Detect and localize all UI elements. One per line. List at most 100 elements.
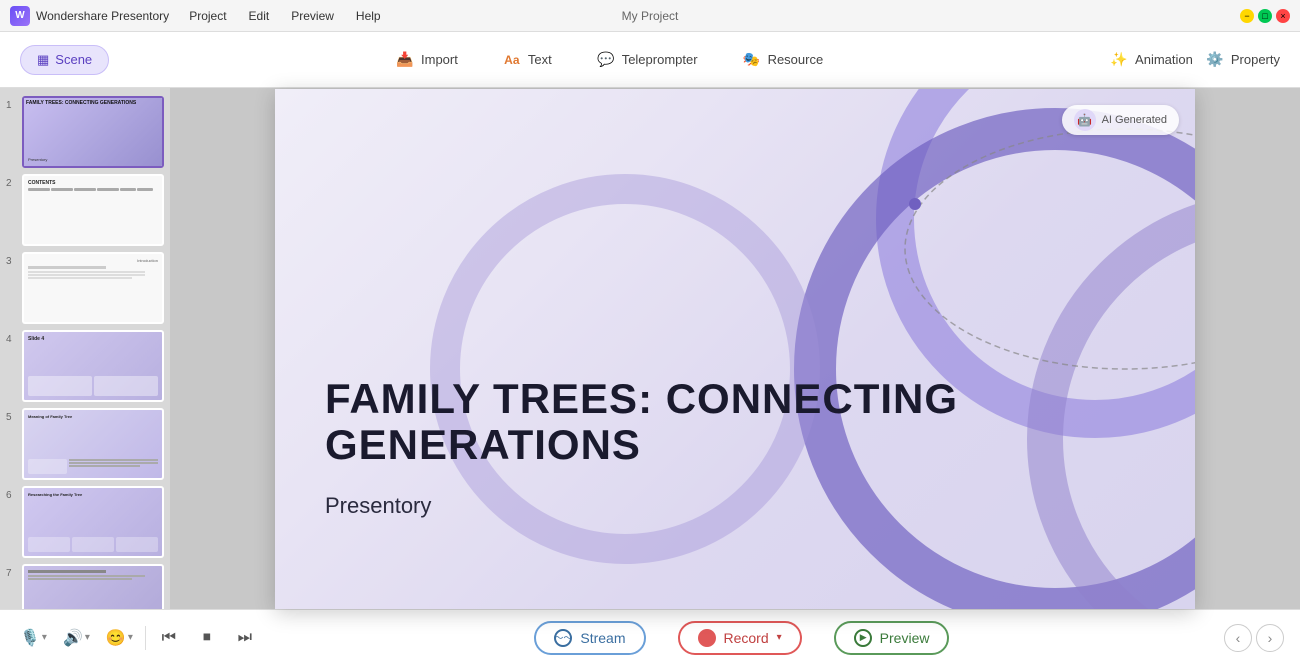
canvas-area: FAMILY TREES: CONNECTING GENERATIONS Pre… [170, 88, 1300, 609]
slide-thumbnail-1[interactable]: FAMILY TREES: CONNECTING GENERATIONS Pre… [22, 96, 164, 168]
menu-preview[interactable]: Preview [281, 6, 344, 26]
minimize-button[interactable]: − [1240, 9, 1254, 23]
record-dot [703, 634, 711, 642]
slide-item-7[interactable]: 7 [6, 564, 164, 609]
speaker-button[interactable]: 🔊 ▾ [59, 623, 94, 653]
teleprompter-icon: 💬 [596, 50, 616, 70]
scene-icon: ▦ [37, 52, 49, 68]
slide-item-4[interactable]: 4 Slide 4 [6, 330, 164, 402]
slide-item-5[interactable]: 5 Meaning of Family Tree [6, 408, 164, 480]
preview-button[interactable]: ▶ Preview [834, 621, 950, 655]
decorative-circles [275, 89, 1195, 609]
animation-icon: ✨ [1109, 50, 1129, 70]
slide-thumbnail-6[interactable]: Researching the Family Tree [22, 486, 164, 558]
text-button[interactable]: Aa Text [494, 46, 560, 74]
slide-number-7: 7 [6, 564, 18, 579]
next-slide-button[interactable]: ⏭ [230, 623, 260, 653]
record-button[interactable]: Record ▾ [678, 621, 802, 655]
close-button[interactable]: × [1276, 9, 1290, 23]
slide-number-3: 3 [6, 252, 18, 267]
import-icon: 📥 [395, 50, 415, 70]
import-button[interactable]: 📥 Import [387, 46, 466, 74]
stream-waves-icon: 〜〜 [554, 631, 572, 644]
emoji-dropdown-arrow: ▾ [128, 632, 133, 643]
divider-1 [145, 626, 146, 650]
slide-canvas[interactable]: FAMILY TREES: CONNECTING GENERATIONS Pre… [275, 89, 1195, 609]
stop-icon: ⏹ [203, 629, 211, 647]
slide-item-6[interactable]: 6 Researching the Family Tree [6, 486, 164, 558]
record-icon [698, 629, 716, 647]
stream-button[interactable]: 〜〜 Stream [534, 621, 645, 655]
slide-number-6: 6 [6, 486, 18, 501]
slide-title: FAMILY TREES: CONNECTING GENERATIONS [325, 376, 1195, 468]
toolbar-center: 📥 Import Aa Text 💬 Teleprompter 🎭 Resour… [117, 46, 1101, 74]
ai-icon: 🤖 [1074, 109, 1096, 131]
slide-thumbnail-4[interactable]: Slide 4 [22, 330, 164, 402]
slide-thumbnail-2[interactable]: CONTENTS [22, 174, 164, 246]
slide-number-2: 2 [6, 174, 18, 189]
text-icon: Aa [502, 50, 522, 70]
slide-number-5: 5 [6, 408, 18, 423]
prev-slide-icon: ⏮ [162, 629, 176, 647]
resource-label: Resource [768, 52, 824, 67]
toolbar-right: ✨ Animation ⚙️ Property [1109, 50, 1280, 70]
window-title: My Project [622, 9, 679, 23]
title-bar-menu: Project Edit Preview Help [179, 6, 390, 26]
prev-slide-button[interactable]: ⏮ [154, 623, 184, 653]
logo-icon: W [10, 6, 30, 26]
slide-thumbnail-7[interactable] [22, 564, 164, 609]
import-label: Import [421, 52, 458, 67]
main-area: 1 FAMILY TREES: CONNECTING GENERATIONS P… [0, 88, 1300, 609]
bottom-center: 〜〜 Stream Record ▾ ▶ Preview [272, 621, 1212, 655]
nav-next-button[interactable]: › [1256, 624, 1284, 652]
preview-icon: ▶ [854, 629, 872, 647]
resource-icon: 🎭 [742, 50, 762, 70]
microphone-dropdown-arrow: ▾ [42, 632, 47, 643]
record-dropdown-arrow: ▾ [777, 632, 782, 643]
stream-icon: 〜〜 [554, 629, 572, 647]
preview-label: Preview [880, 630, 930, 646]
slide-panel[interactable]: 1 FAMILY TREES: CONNECTING GENERATIONS P… [0, 88, 170, 609]
record-label: Record [724, 630, 769, 646]
animation-button[interactable]: ✨ Animation [1109, 50, 1193, 70]
app-name: Wondershare Presentory [36, 9, 169, 23]
title-bar: W Wondershare Presentory Project Edit Pr… [0, 0, 1300, 32]
speaker-icon: 🔊 [63, 628, 83, 648]
stop-button[interactable]: ⏹ [192, 623, 222, 653]
property-label: Property [1231, 52, 1280, 67]
animation-label: Animation [1135, 52, 1193, 67]
slide-item-1[interactable]: 1 FAMILY TREES: CONNECTING GENERATIONS P… [6, 96, 164, 168]
slide-1-title-preview: FAMILY TREES: CONNECTING GENERATIONS [26, 100, 160, 106]
slide-2-title-preview: CONTENTS [28, 180, 56, 186]
bottom-bar: 🎙️ ▾ 🔊 ▾ 😊 ▾ ⏮ ⏹ ⏭ 〜〜 Stream [0, 609, 1300, 665]
slide-info-text: AI Generated [1102, 114, 1167, 126]
play-icon: ▶ [860, 632, 867, 643]
slide-item-2[interactable]: 2 CONTENTS [6, 174, 164, 246]
text-label: Text [528, 52, 552, 67]
microphone-icon: 🎙️ [20, 628, 40, 648]
slide-thumbnail-3[interactable]: Introduction [22, 252, 164, 324]
slide-number-1: 1 [6, 96, 18, 111]
next-slide-icon: ⏭ [238, 629, 252, 647]
property-button[interactable]: ⚙️ Property [1205, 50, 1280, 70]
teleprompter-button[interactable]: 💬 Teleprompter [588, 46, 706, 74]
emoji-button[interactable]: 😊 ▾ [102, 623, 137, 653]
resource-button[interactable]: 🎭 Resource [734, 46, 832, 74]
microphone-button[interactable]: 🎙️ ▾ [16, 623, 51, 653]
toolbar: ▦ Scene 📥 Import Aa Text 💬 Teleprompter … [0, 32, 1300, 88]
maximize-button[interactable]: □ [1258, 9, 1272, 23]
window-controls: − □ × [1240, 9, 1290, 23]
slide-item-3[interactable]: 3 Introduction [6, 252, 164, 324]
bottom-right-arrows: ‹ › [1224, 624, 1284, 652]
slide-thumbnail-5[interactable]: Meaning of Family Tree [22, 408, 164, 480]
bottom-left: 🎙️ ▾ 🔊 ▾ 😊 ▾ ⏮ ⏹ ⏭ [16, 623, 260, 653]
menu-help[interactable]: Help [346, 6, 391, 26]
property-icon: ⚙️ [1205, 50, 1225, 70]
emoji-icon: 😊 [106, 628, 126, 648]
menu-edit[interactable]: Edit [239, 6, 280, 26]
nav-prev-button[interactable]: ‹ [1224, 624, 1252, 652]
menu-project[interactable]: Project [179, 6, 236, 26]
stream-label: Stream [580, 630, 625, 646]
teleprompter-label: Teleprompter [622, 52, 698, 67]
scene-button[interactable]: ▦ Scene [20, 45, 109, 75]
